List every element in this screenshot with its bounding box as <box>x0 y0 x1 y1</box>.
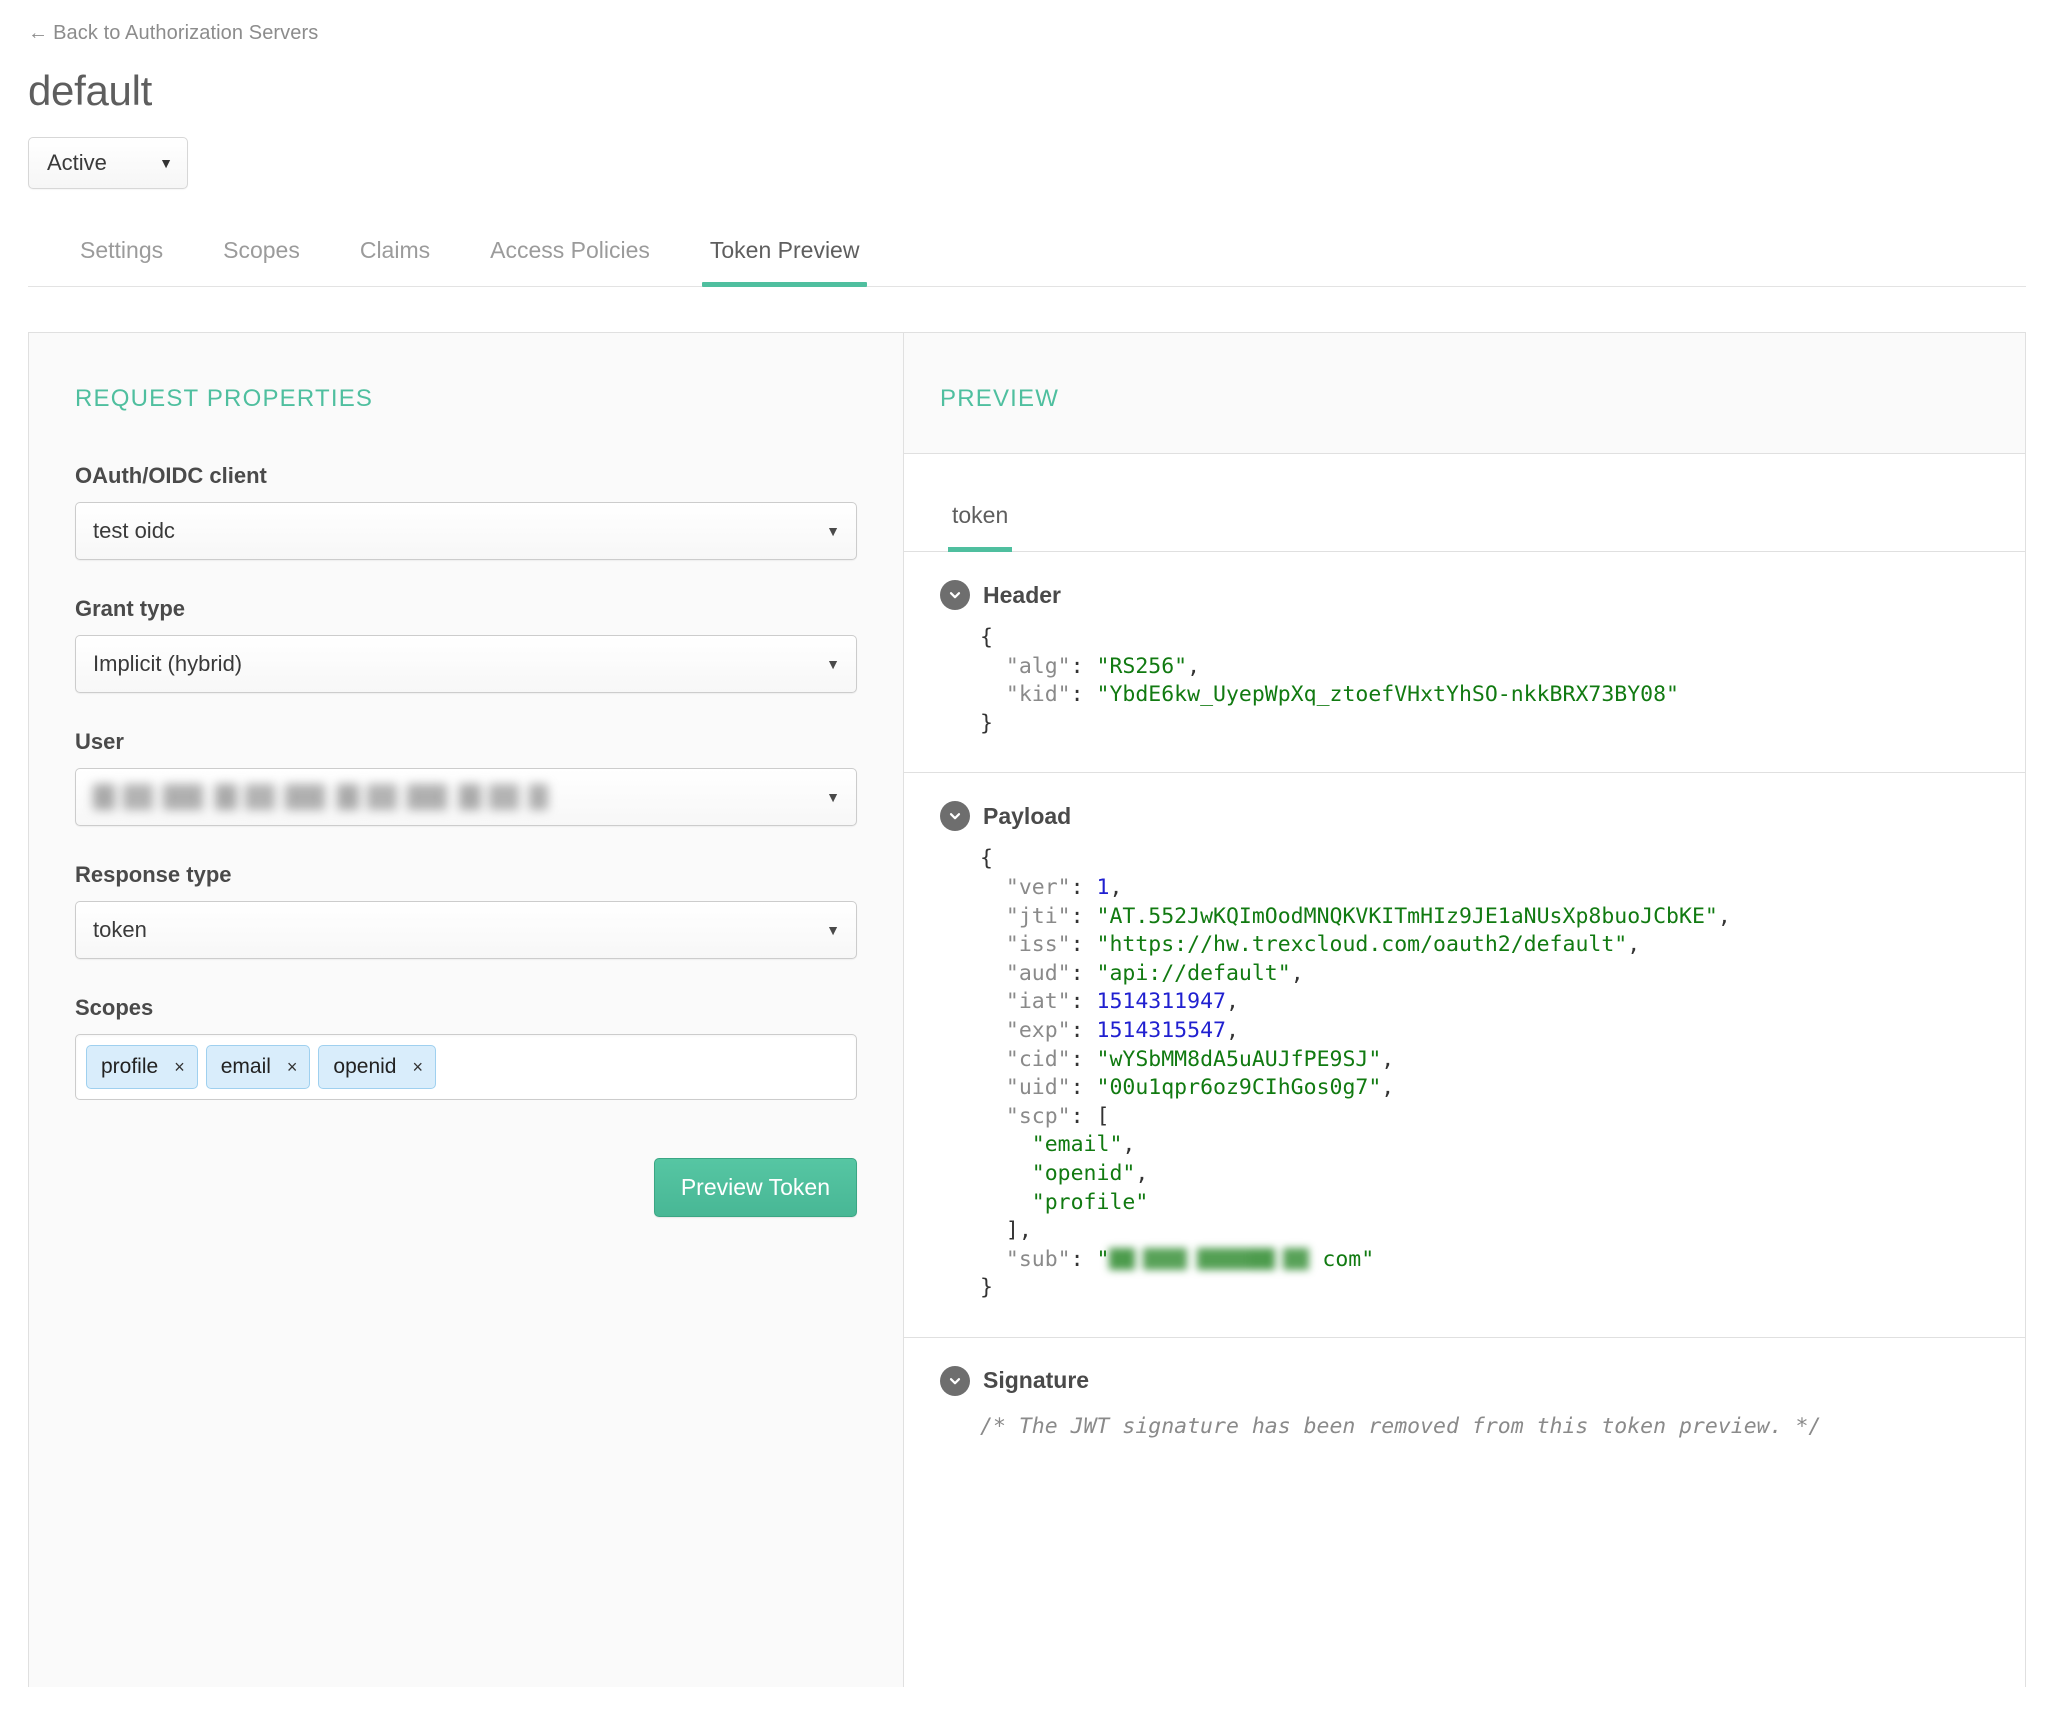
field-grant-type: Grant type Implicit (hybrid) ▼ <box>75 596 857 693</box>
jwt-payload-section-head[interactable]: Payload <box>940 801 1989 831</box>
chevron-down-icon: ▼ <box>826 790 840 804</box>
preview-token-button[interactable]: Preview Token <box>654 1158 857 1217</box>
preview-tab-bar: token <box>904 454 2025 552</box>
token-preview-card: REQUEST PROPERTIES OAuth/OIDC client tes… <box>28 332 2026 1687</box>
jwt-payload-section: Payload { "ver": 1, "jti": "AT.552JwKQIm… <box>904 773 2025 1338</box>
remove-scope-icon[interactable]: × <box>412 1058 423 1076</box>
scope-chip[interactable]: profile × <box>86 1045 198 1089</box>
oauth-client-value: test oidc <box>93 518 175 544</box>
chevron-down-icon: ▼ <box>159 156 173 170</box>
user-value-redacted <box>93 784 548 810</box>
field-user: User ▼ <box>75 729 857 826</box>
request-properties-panel: REQUEST PROPERTIES OAuth/OIDC client tes… <box>29 333 904 1687</box>
chevron-down-icon: ▼ <box>826 923 840 937</box>
remove-scope-icon[interactable]: × <box>287 1058 298 1076</box>
jwt-signature-label: Signature <box>983 1367 1089 1394</box>
back-arrow-icon: ← <box>28 22 48 44</box>
page-title: default <box>28 67 2026 115</box>
chevron-down-icon: ▼ <box>826 657 840 671</box>
jwt-header-json: { "alg": "RS256", "kid": "YbdE6kw_UyepWp… <box>940 616 1989 738</box>
scope-chip[interactable]: email × <box>206 1045 311 1089</box>
jwt-header-section-head[interactable]: Header <box>940 580 1989 610</box>
tab-scopes[interactable]: Scopes <box>193 237 330 286</box>
chevron-down-icon[interactable] <box>940 801 970 831</box>
scope-chip-label: email <box>221 1055 271 1079</box>
preview-tab-token[interactable]: token <box>940 502 1026 551</box>
status-value: Active <box>47 150 107 176</box>
jwt-payload-json: { "ver": 1, "jti": "AT.552JwKQImOodMNQKV… <box>940 837 1989 1303</box>
preview-title: PREVIEW <box>940 385 1979 413</box>
grant-type-value: Implicit (hybrid) <box>93 651 242 677</box>
preview-header: PREVIEW <box>904 333 2025 454</box>
jwt-signature-comment: /* The JWT signature has been removed fr… <box>940 1402 1989 1439</box>
jwt-signature-section-head[interactable]: Signature <box>940 1366 1989 1396</box>
scopes-input[interactable]: profile × email × openid × <box>75 1034 857 1100</box>
chevron-down-icon[interactable] <box>940 580 970 610</box>
response-type-select[interactable]: token ▼ <box>75 901 857 959</box>
tab-token-preview[interactable]: Token Preview <box>680 237 890 286</box>
field-response-type: Response type token ▼ <box>75 862 857 959</box>
oauth-client-select[interactable]: test oidc ▼ <box>75 502 857 560</box>
actions-row: Preview Token <box>75 1158 857 1217</box>
scopes-label: Scopes <box>75 995 857 1021</box>
chevron-down-icon: ▼ <box>826 524 840 538</box>
grant-type-label: Grant type <box>75 596 857 622</box>
tab-access-policies[interactable]: Access Policies <box>460 237 680 286</box>
tab-claims[interactable]: Claims <box>330 237 460 286</box>
breadcrumb-label: Back to Authorization Servers <box>53 22 318 44</box>
tab-settings[interactable]: Settings <box>50 237 193 286</box>
user-label: User <box>75 729 857 755</box>
status-dropdown[interactable]: Active ▼ <box>28 137 188 189</box>
token-preview-page: ←Back to Authorization Servers default A… <box>0 0 2054 1687</box>
user-select[interactable]: ▼ <box>75 768 857 826</box>
scope-chip-label: profile <box>101 1055 158 1079</box>
jwt-header-section: Header { "alg": "RS256", "kid": "YbdE6kw… <box>904 552 2025 773</box>
field-scopes: Scopes profile × email × openid × <box>75 995 857 1100</box>
remove-scope-icon[interactable]: × <box>174 1058 185 1076</box>
response-type-label: Response type <box>75 862 857 888</box>
response-type-value: token <box>93 917 147 943</box>
jwt-header-label: Header <box>983 582 1061 609</box>
field-oauth-client: OAuth/OIDC client test oidc ▼ <box>75 463 857 560</box>
scope-chip-label: openid <box>333 1055 396 1079</box>
tab-bar: Settings Scopes Claims Access Policies T… <box>28 237 2026 287</box>
request-properties-title: REQUEST PROPERTIES <box>75 385 857 413</box>
oauth-client-label: OAuth/OIDC client <box>75 463 857 489</box>
preview-panel: PREVIEW token Header { "alg": "RS256", "… <box>904 333 2025 1687</box>
jwt-signature-section: Signature /* The JWT signature has been … <box>904 1338 2025 1473</box>
chevron-down-icon[interactable] <box>940 1366 970 1396</box>
scope-chip[interactable]: openid × <box>318 1045 436 1089</box>
breadcrumb-back-link[interactable]: ←Back to Authorization Servers <box>28 22 318 45</box>
grant-type-select[interactable]: Implicit (hybrid) ▼ <box>75 635 857 693</box>
jwt-payload-label: Payload <box>983 803 1071 830</box>
